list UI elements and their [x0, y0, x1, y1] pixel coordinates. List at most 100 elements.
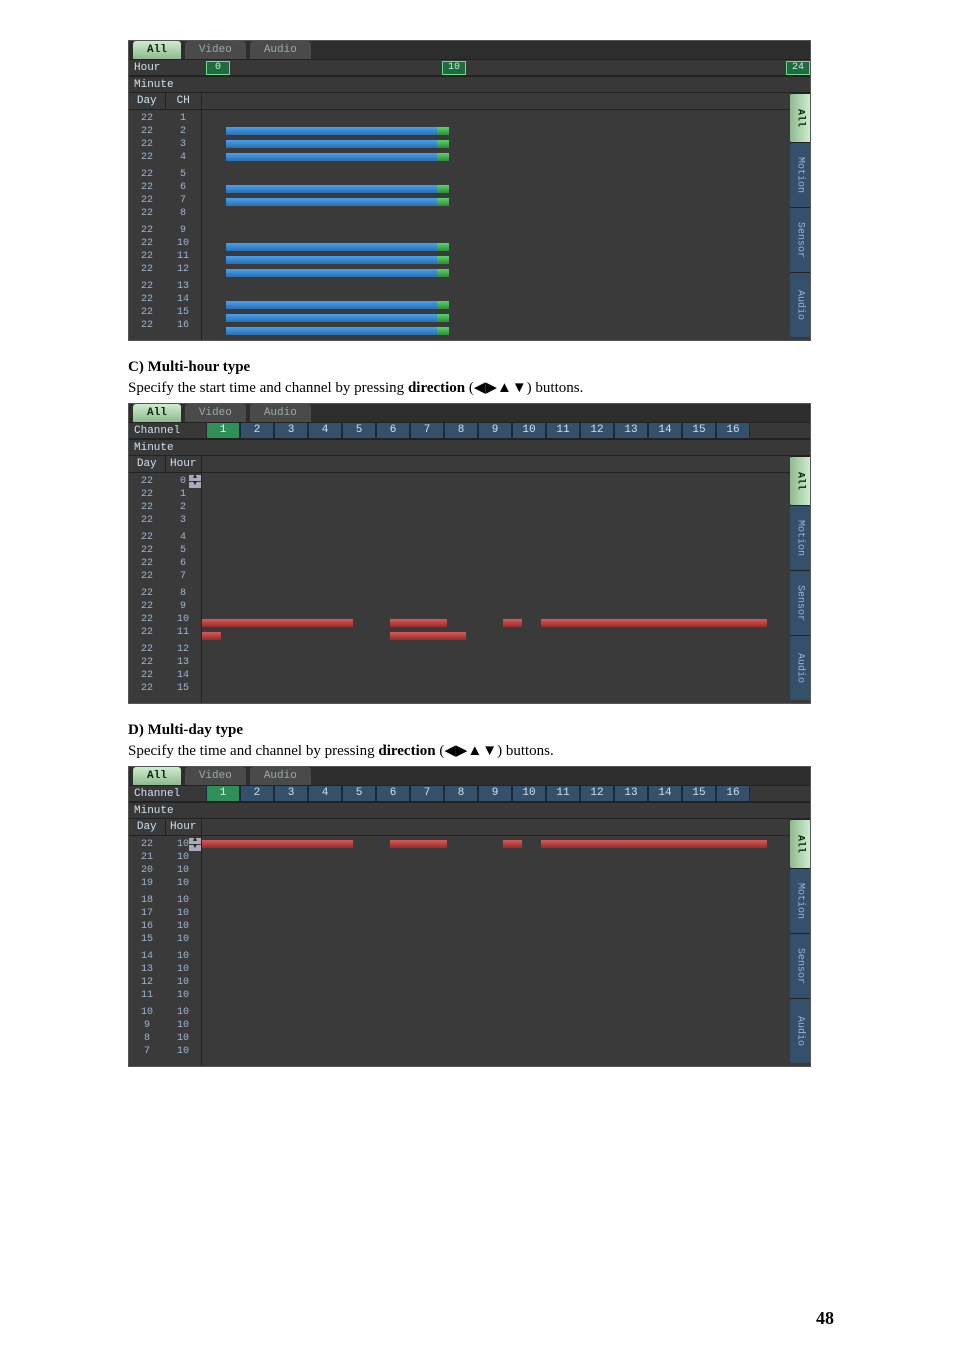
recording-segment[interactable]: [226, 256, 438, 264]
recording-segment[interactable]: [226, 269, 438, 277]
tab-all[interactable]: All: [133, 767, 181, 785]
channel-cell[interactable]: 15: [682, 786, 716, 801]
channel-cell[interactable]: 12: [580, 423, 614, 438]
hour-marker-10[interactable]: 10: [442, 61, 466, 75]
side-tab-motion[interactable]: Motion: [790, 142, 810, 207]
spinner-down-icon[interactable]: ▼: [189, 845, 201, 851]
side-tab-audio[interactable]: Audio: [790, 635, 810, 700]
recording-segment[interactable]: [202, 619, 353, 627]
channel-cell[interactable]: 13: [614, 423, 648, 438]
channel-cell[interactable]: 5: [342, 423, 376, 438]
recording-segment[interactable]: [503, 619, 522, 627]
side-tab-sensor[interactable]: Sensor: [790, 570, 810, 635]
channel-cell[interactable]: 5: [342, 786, 376, 801]
timeline-grid[interactable]: [202, 456, 790, 703]
tab-all[interactable]: All: [133, 404, 181, 422]
channel-cell[interactable]: 3: [274, 786, 308, 801]
recording-segment[interactable]: [437, 127, 449, 135]
list-row: 1410: [129, 950, 201, 963]
recording-segment[interactable]: [437, 185, 449, 193]
recording-segment[interactable]: [437, 153, 449, 161]
channel-cell[interactable]: 6: [376, 423, 410, 438]
channel-cell[interactable]: 1: [206, 786, 240, 801]
timeline-row: [202, 475, 790, 488]
recording-segment[interactable]: [226, 243, 438, 251]
recording-segment[interactable]: [437, 301, 449, 309]
recording-segment[interactable]: [437, 140, 449, 148]
side-tab-audio[interactable]: Audio: [790, 998, 810, 1063]
channel-cell[interactable]: 10: [512, 786, 546, 801]
channel-cell[interactable]: 11: [546, 786, 580, 801]
recording-segment[interactable]: [503, 840, 522, 848]
channel-cell[interactable]: 15: [682, 423, 716, 438]
side-tab-sensor[interactable]: Sensor: [790, 933, 810, 998]
recording-segment[interactable]: [437, 243, 449, 251]
section-c-desc: Specify the start time and channel by pr…: [128, 378, 834, 397]
tab-audio[interactable]: Audio: [250, 767, 311, 785]
recording-segment[interactable]: [226, 314, 438, 322]
channel-cell[interactable]: 4: [308, 786, 342, 801]
recording-segment[interactable]: [226, 327, 438, 335]
channel-cell[interactable]: 16: [716, 423, 750, 438]
channel-cell[interactable]: 3: [274, 423, 308, 438]
recording-segment[interactable]: [437, 198, 449, 206]
channel-cell[interactable]: 14: [648, 786, 682, 801]
recording-segment[interactable]: [226, 140, 438, 148]
tab-video[interactable]: Video: [185, 404, 246, 422]
timeline-row: [202, 980, 790, 993]
side-tab-all[interactable]: All: [790, 456, 810, 505]
recording-segment[interactable]: [226, 301, 438, 309]
channel-cell[interactable]: 8: [444, 423, 478, 438]
recording-segment[interactable]: [202, 840, 353, 848]
tab-audio[interactable]: Audio: [250, 41, 311, 59]
recording-segment[interactable]: [437, 314, 449, 322]
channel-cell[interactable]: 2: [240, 423, 274, 438]
recording-segment[interactable]: [437, 269, 449, 277]
channel-cell[interactable]: 16: [716, 786, 750, 801]
channel-cell[interactable]: 9: [478, 423, 512, 438]
channel-cell[interactable]: 9: [478, 786, 512, 801]
recording-segment[interactable]: [390, 632, 465, 640]
side-tab-audio[interactable]: Audio: [790, 272, 810, 337]
recording-segment[interactable]: [390, 840, 447, 848]
timeline-row: [202, 559, 790, 572]
recording-segment[interactable]: [541, 619, 767, 627]
timeline-panel-1: All Video Audio Hour 0 10 24 Minute Day …: [128, 40, 811, 341]
tab-audio[interactable]: Audio: [250, 404, 311, 422]
recording-segment[interactable]: [390, 619, 447, 627]
channel-cell[interactable]: 12: [580, 786, 614, 801]
tab-video[interactable]: Video: [185, 767, 246, 785]
recording-segment[interactable]: [541, 840, 767, 848]
channel-cell[interactable]: 11: [546, 423, 580, 438]
channel-cell[interactable]: 14: [648, 423, 682, 438]
recording-segment[interactable]: [226, 127, 438, 135]
tab-all[interactable]: All: [133, 41, 181, 59]
recording-segment[interactable]: [226, 185, 438, 193]
recording-segment[interactable]: [226, 198, 438, 206]
channel-cell[interactable]: 8: [444, 786, 478, 801]
hour-marker-24[interactable]: 24: [786, 61, 810, 75]
side-tab-motion[interactable]: Motion: [790, 868, 810, 933]
channel-cell[interactable]: 4: [308, 423, 342, 438]
channel-cell[interactable]: 1: [206, 423, 240, 438]
timeline-grid[interactable]: [202, 819, 790, 1066]
tab-video[interactable]: Video: [185, 41, 246, 59]
side-tab-motion[interactable]: Motion: [790, 505, 810, 570]
channel-cell[interactable]: 7: [410, 786, 444, 801]
recording-segment[interactable]: [437, 256, 449, 264]
channel-cell[interactable]: 10: [512, 423, 546, 438]
channel-cell[interactable]: 13: [614, 786, 648, 801]
recording-segment[interactable]: [202, 632, 221, 640]
channel-cell[interactable]: 6: [376, 786, 410, 801]
side-tab-all[interactable]: All: [790, 819, 810, 868]
side-tab-all[interactable]: All: [790, 93, 810, 142]
recording-segment[interactable]: [226, 153, 438, 161]
hour-marker-0[interactable]: 0: [206, 61, 230, 75]
channel-cell[interactable]: 2: [240, 786, 274, 801]
minute-label: Minute: [129, 805, 206, 817]
recording-segment[interactable]: [437, 327, 449, 335]
side-tab-sensor[interactable]: Sensor: [790, 207, 810, 272]
spinner-down-icon[interactable]: ▼: [189, 482, 201, 488]
timeline-grid[interactable]: [202, 93, 790, 340]
channel-cell[interactable]: 7: [410, 423, 444, 438]
